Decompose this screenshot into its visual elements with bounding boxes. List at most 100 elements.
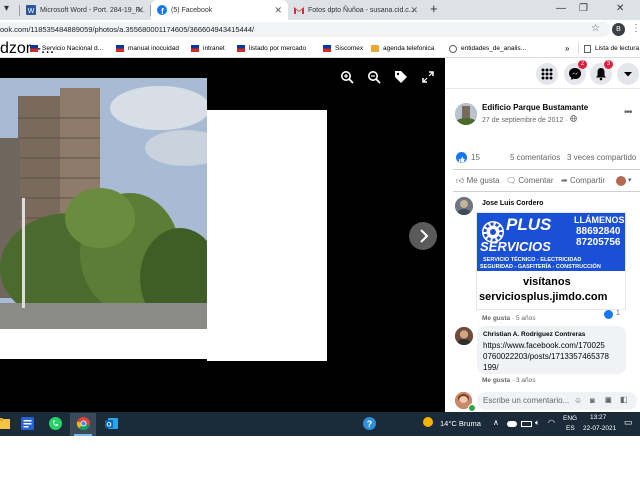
emoji-icon[interactable]: ☺ — [574, 396, 582, 405]
file-explorer-icon[interactable] — [0, 416, 11, 431]
share-button[interactable]: ➦ Compartir — [561, 176, 605, 185]
minimize-icon[interactable]: — — [556, 3, 566, 14]
tab-facebook[interactable]: f (5) Facebook ✕ — [151, 0, 288, 20]
share-count[interactable]: 3 veces compartido — [567, 153, 636, 162]
menu-grid-button[interactable] — [536, 63, 558, 85]
help-icon[interactable]: ? — [362, 416, 377, 431]
whatsapp-icon[interactable] — [48, 416, 63, 431]
fullscreen-icon[interactable] — [421, 70, 435, 84]
tab-word[interactable]: W Microsoft Word - Port. 284-19_F... ✕ — [20, 0, 150, 20]
word-icon: W — [26, 5, 36, 15]
weather-icon[interactable] — [423, 417, 433, 427]
comment-avatar[interactable] — [455, 327, 473, 345]
reading-list-label: Lista de lectura — [595, 45, 640, 52]
input-region[interactable]: ES — [566, 425, 575, 432]
show-hidden-icons-button[interactable]: ∧ — [493, 418, 499, 427]
volume-icon[interactable]: 🔈︎ — [535, 418, 540, 428]
panel-divider — [445, 88, 640, 89]
battery-icon[interactable] — [521, 421, 532, 427]
comment-text-line[interactable]: 199/ — [483, 362, 499, 373]
bookmarks-overflow-button[interactable]: » — [565, 43, 569, 54]
profile-avatar[interactable]: B — [612, 23, 625, 36]
comment-avatar[interactable] — [455, 197, 473, 215]
comment-text-line[interactable]: https://www.facebook.com/170025 — [483, 340, 605, 351]
onedrive-icon[interactable] — [507, 421, 517, 427]
post-author[interactable]: Edificio Parque Bustamante — [482, 103, 588, 112]
reading-list-button[interactable]: Lista de lectura — [584, 43, 639, 54]
post-date[interactable]: 27 de septiembre de 2012 · — [482, 117, 570, 124]
bookmark-label: agenda telefonica — [383, 45, 435, 52]
restore-icon[interactable]: ❐ — [579, 3, 588, 14]
comment-count[interactable]: 5 comentarios — [510, 153, 560, 162]
browser-menu-icon[interactable]: ⋮ — [631, 23, 640, 34]
tab-close-icon[interactable]: ✕ — [136, 5, 144, 16]
comment-author[interactable]: Christian A. Rodriguez Contreras — [483, 331, 585, 338]
chrome-icon[interactable] — [76, 416, 91, 431]
tab-close-icon[interactable]: ✕ — [274, 5, 282, 16]
comment-like-button[interactable]: Me gusta — [482, 377, 510, 384]
notification-center-icon[interactable]: ▭ — [624, 417, 633, 428]
comment-reaction-count[interactable]: 1 — [616, 310, 620, 317]
bookmark-item[interactable]: Siscomex — [323, 43, 363, 54]
new-tab-button[interactable]: + — [430, 1, 438, 16]
comment-author[interactable]: Jose Luis Cordero — [482, 200, 543, 207]
tab-close-icon[interactable]: ✕ — [410, 5, 418, 16]
reaction-count[interactable]: 15 — [471, 153, 480, 162]
input-language[interactable]: ENG — [563, 415, 577, 422]
bookmark-item[interactable]: manual inocuidad — [116, 43, 179, 54]
flag-icon — [116, 45, 124, 52]
comment-like-reaction-icon — [604, 310, 613, 319]
comment-text-line[interactable]: 0760022203/posts/1713357465378 — [483, 351, 609, 362]
bookmark-item[interactable]: agenda telefonica — [371, 43, 434, 54]
bookmark-item[interactable]: listado por mercado — [237, 43, 306, 54]
gif-icon[interactable]: ▣ — [605, 396, 612, 404]
like-button[interactable]: 👍︎ Me gusta — [456, 176, 500, 186]
clock-date[interactable]: 22-07-2021 — [583, 425, 616, 432]
comment-ad-image[interactable]: PLUS SERVICIOS LLÁMENOS 88692840 8720575… — [476, 212, 626, 310]
bookmark-item[interactable]: intranet — [191, 43, 225, 54]
outlook-calendar-icon[interactable] — [20, 416, 35, 431]
ad-phone-2: 87205756 — [576, 237, 621, 248]
page-avatar[interactable] — [455, 103, 477, 125]
weather-widget[interactable]: 14°C Bruma — [440, 419, 481, 428]
tab-gmail[interactable]: Fotos dpto Ñuñoa - susana.cid.c... ✕ — [288, 0, 424, 20]
weather-temp: 14°C — [440, 419, 457, 428]
zoom-in-icon[interactable] — [340, 70, 354, 84]
svg-text:f: f — [161, 7, 164, 15]
weather-desc: Bruma — [458, 419, 481, 428]
ad-visit: visítanos — [523, 276, 571, 288]
chevron-down-icon[interactable]: ▾ — [628, 176, 632, 184]
comment-button[interactable]: 🗨︎ Comentar — [506, 176, 554, 185]
taskbar — [0, 412, 640, 436]
comment-time[interactable]: · 3 años — [512, 377, 536, 384]
clock-time[interactable]: 13:27 — [590, 414, 606, 421]
outlook-icon[interactable]: O — [104, 416, 119, 431]
account-menu-button[interactable] — [617, 63, 639, 85]
close-window-icon[interactable]: ✕ — [616, 3, 624, 14]
share-as-avatar[interactable] — [616, 176, 626, 186]
sticker-icon[interactable]: ◧ — [620, 395, 628, 404]
bookmark-label: Servicio Nacional d... — [42, 45, 104, 52]
like-icon: 👍︎ — [456, 176, 465, 185]
url-field[interactable]: ook.com/118535484889059/photos/a.3556800… — [0, 22, 610, 37]
zoom-out-icon[interactable] — [367, 70, 381, 84]
tag-icon[interactable] — [394, 70, 408, 84]
tab-scroll-chevron-icon[interactable]: ▾ — [4, 3, 9, 14]
bookmark-item[interactable]: entidades_de_analis... — [449, 43, 526, 54]
photo-white-region — [0, 329, 207, 359]
building-photo — [0, 78, 207, 329]
flag-icon — [323, 45, 331, 52]
share-icon: ➦ — [561, 176, 568, 185]
comment-time[interactable]: · 5 años — [512, 315, 536, 322]
camera-icon[interactable]: ◙ — [590, 396, 595, 405]
flag-icon — [30, 45, 38, 52]
comment-input[interactable]: Escribe un comentario... ☺ ◙ ▣ ◧ — [477, 392, 637, 410]
post-options-icon[interactable]: ••• — [624, 107, 632, 118]
post-date-line: 27 de septiembre de 2012 · — [482, 115, 577, 124]
facebook-icon: f — [157, 5, 167, 15]
bookmark-item[interactable]: Servicio Nacional d... — [30, 43, 103, 54]
comment-like-button[interactable]: Me gusta — [482, 315, 510, 322]
wifi-icon[interactable]: ◠ — [548, 418, 555, 427]
next-photo-button[interactable] — [409, 222, 437, 250]
bookmark-star-icon[interactable]: ☆ — [591, 23, 600, 34]
